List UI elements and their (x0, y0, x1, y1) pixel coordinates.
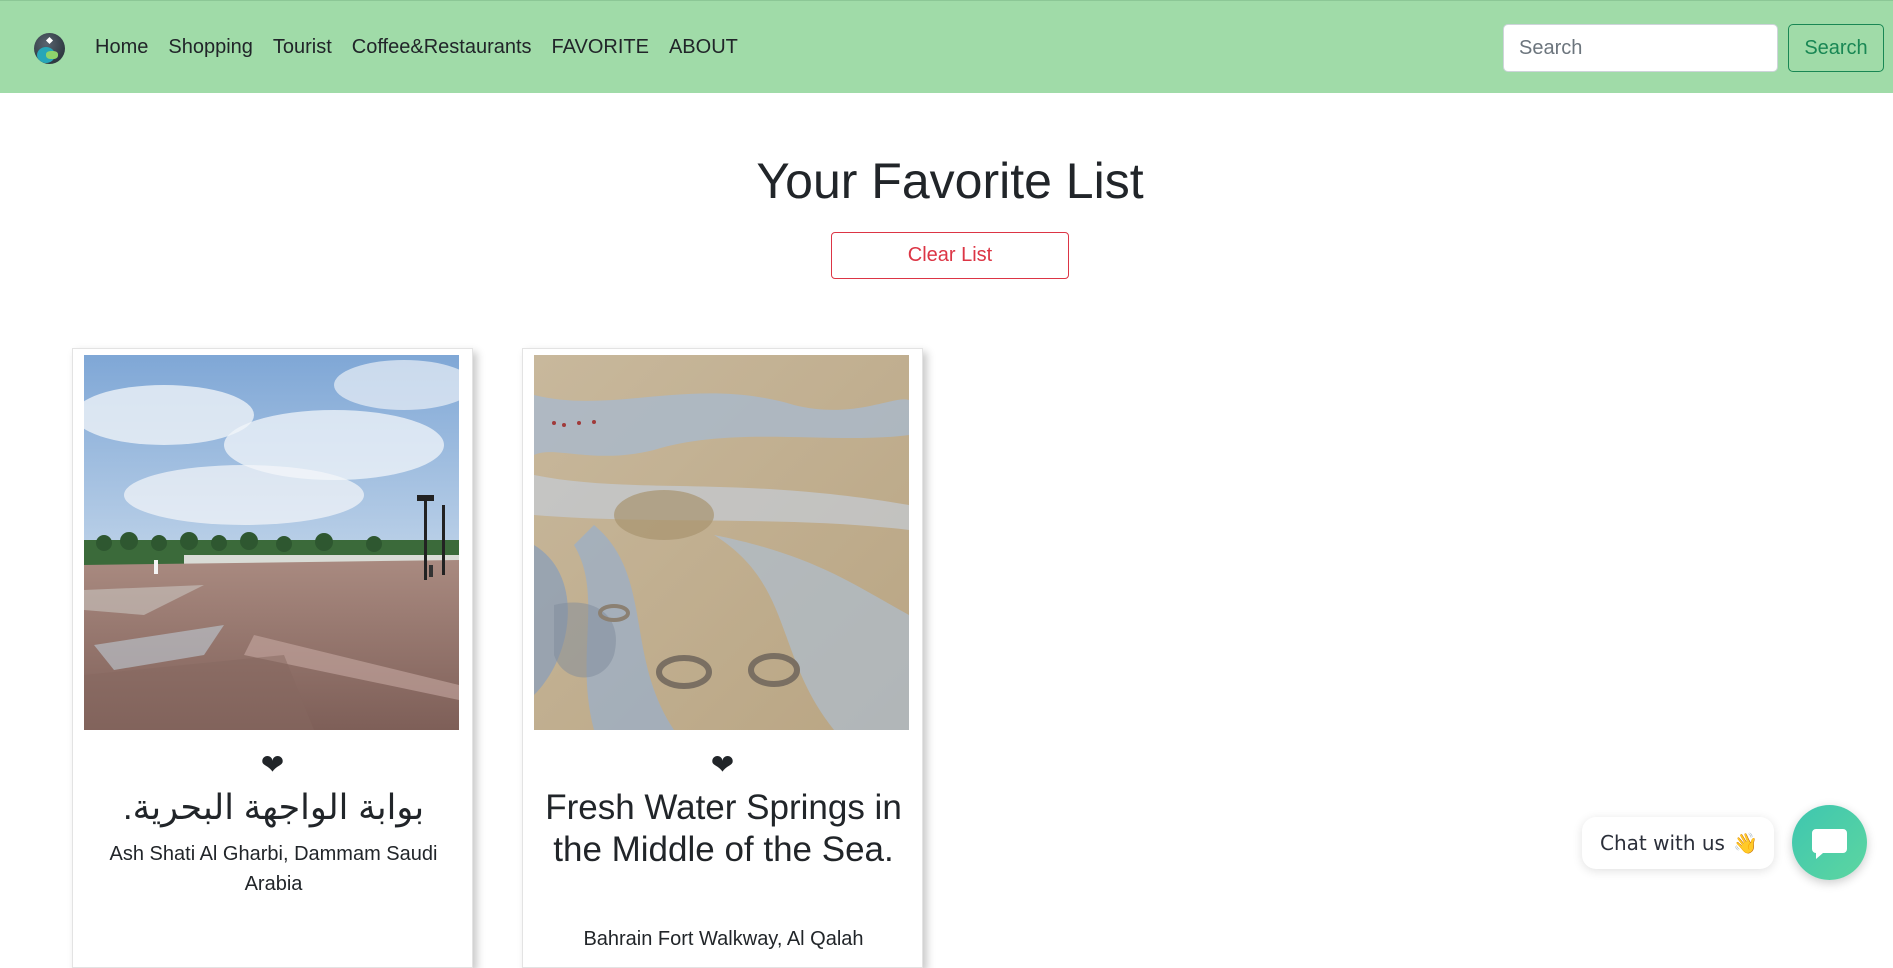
heart-icon[interactable]: ❤ (523, 751, 922, 779)
nav-links: Home Shopping Tourist Coffee&Restaurants… (95, 36, 758, 59)
nav-link-tourist[interactable]: Tourist (273, 36, 332, 59)
chat-with-us-bubble[interactable]: Chat with us 👋 (1582, 817, 1774, 869)
heart-icon[interactable]: ❤ (73, 751, 472, 779)
favorite-card: ❤ Fresh Water Springs in the Middle of t… (522, 348, 923, 968)
nav-link-coffee-restaurants[interactable]: Coffee&Restaurants (352, 36, 532, 59)
nav-link-home[interactable]: Home (95, 36, 148, 59)
page-title: Your Favorite List (756, 153, 1144, 209)
card-title: بوابة الواجهة البحرية. (122, 788, 425, 827)
nav-link-shopping[interactable]: Shopping (168, 36, 253, 59)
chat-label: Chat with us (1600, 831, 1725, 855)
search-input[interactable] (1503, 24, 1778, 72)
search-button[interactable]: Search (1788, 24, 1884, 72)
card-image-fresh-water-springs (534, 355, 909, 730)
clear-list-button[interactable]: Clear List (831, 232, 1069, 279)
chat-bubble-icon (1812, 829, 1847, 859)
navbar: Home Shopping Tourist Coffee&Restaurants… (0, 0, 1893, 93)
nav-link-about[interactable]: ABOUT (669, 36, 738, 59)
card-location: Bahrain Fort Walkway, Al Qalah (583, 928, 864, 950)
chat-button[interactable] (1792, 805, 1867, 880)
card-title: Fresh Water Springs in the Middle of the… (545, 788, 902, 869)
logo-globe-icon[interactable] (34, 33, 65, 64)
nav-link-favorite[interactable]: FAVORITE (552, 36, 649, 59)
favorite-card: ❤ بوابة الواجهة البحرية. Ash Shati Al Gh… (72, 348, 473, 968)
card-location: Ash Shati Al Gharbi, Dammam Saudi Arabia (109, 843, 438, 895)
waving-hand-icon: 👋 (1732, 831, 1758, 855)
card-image-waterfront-gate (84, 355, 459, 730)
